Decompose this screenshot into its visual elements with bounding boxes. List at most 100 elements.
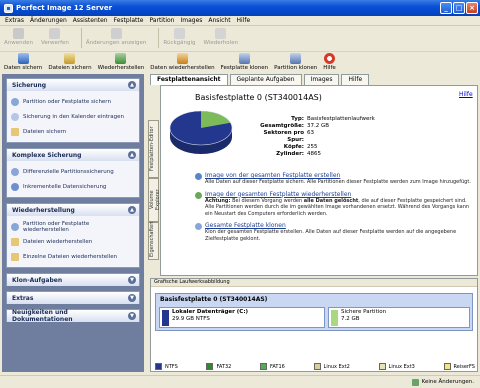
disk-bar[interactable]: Basisfestplatte 0 (ST340014AS) Lokaler D… (155, 293, 473, 331)
help-link[interactable]: Hilfe (459, 91, 473, 98)
status-text: Keine Änderungen. (421, 379, 474, 385)
menu-assistenten[interactable]: Assistenten (70, 17, 111, 24)
section-extras[interactable]: Extras ▼ (6, 291, 140, 304)
disk-title: Basisfestplatte 0 (ST340014AS) (195, 93, 322, 102)
tab-hilfe[interactable]: Hilfe (341, 74, 370, 85)
menu-ansicht[interactable]: Ansicht (205, 17, 233, 24)
discard-icon (49, 28, 61, 39)
collapse-icon[interactable]: ▲ (128, 151, 136, 159)
calendar-icon (11, 112, 19, 121)
disk-view: Basisfestplatte 0 (ST340014AS) Hilfe Typ… (160, 85, 478, 276)
menu-hilfe[interactable]: Hilfe (234, 17, 254, 24)
files-icon (11, 127, 19, 136)
sidetab-properties[interactable]: Eigenschaften (148, 222, 159, 260)
partition-color-bar (162, 310, 169, 326)
section-header[interactable]: Komplexe Sicherung ▲ (7, 149, 139, 161)
title-bar: Perfect Image 12 Server _ □ × (0, 0, 480, 16)
view-changes-icon (110, 28, 122, 39)
tasks-toolbar: Daten sichern Dateien sichern Wiederhers… (0, 52, 480, 72)
panel-title: Grafische Laufwerksabbildung (151, 279, 477, 287)
menu-aenderungen[interactable]: Änderungen (27, 17, 70, 24)
section-header[interactable]: Sicherung ▲ (7, 79, 139, 91)
view-changes-button[interactable]: Änderungen anzeigen (86, 28, 146, 46)
task-backup-files[interactable]: Dateien sichern (11, 124, 135, 139)
restore-button[interactable]: Wiederherstellen (98, 53, 144, 71)
redo-button[interactable]: Wiederholen (204, 28, 238, 46)
section-klon-aufgaben[interactable]: Klon-Aufgaben ▼ (6, 273, 140, 286)
disk-properties: Typ: Basisfestplattenlaufwerk Gesamtgröße… (260, 116, 375, 157)
action-create-image: Image von der gesamten Festplatte erstel… (195, 172, 475, 186)
menu-partition[interactable]: Partition (146, 17, 177, 24)
disk-icon (11, 222, 19, 231)
partition-secure[interactable]: Sichere Partition 7.2 GB (328, 307, 470, 328)
apply-icon (12, 28, 24, 39)
action-clone-disk: Gesamte Festplatte klonen Klon der gesam… (195, 222, 475, 242)
section-komplexe-sicherung: Komplexe Sicherung ▲ Differenzielle Part… (6, 148, 140, 198)
section-header[interactable]: Wiederherstellung ▲ (7, 204, 139, 216)
backup-files-button[interactable]: Dateien sichern (48, 53, 92, 71)
menu-images[interactable]: Images (177, 17, 205, 24)
task-restore-files[interactable]: Dateien wiederherstellen (11, 234, 135, 249)
disk-usage-pie (169, 110, 233, 154)
section-neuigkeiten[interactable]: Neuigkeiten und Dokumentationen ▼ (6, 309, 140, 323)
task-incremental-backup[interactable]: Inkrementelle Datensicherung (11, 179, 135, 194)
task-backup-partition[interactable]: Partition oder Festplatte sichern (11, 94, 135, 109)
legend-reiserfs: ReiserFS (443, 363, 475, 370)
menu-festplatte[interactable]: Festplatte (111, 17, 147, 24)
apply-button[interactable]: Anwenden (4, 28, 33, 46)
partition-color-bar (331, 310, 338, 326)
task-panel: Sicherung ▲ Partition oder Festplatte si… (2, 74, 144, 372)
image-icon (195, 173, 202, 180)
restore-data-button[interactable]: Daten wiederherstellen (150, 53, 215, 71)
collapse-icon[interactable]: ▲ (128, 206, 136, 214)
app-icon (4, 3, 13, 13)
tab-festplattenansicht[interactable]: Festplattenansicht (150, 74, 228, 85)
restore-icon (195, 191, 202, 199)
undo-button[interactable]: Rückgängig (163, 28, 196, 46)
sidetab-volume-explorer[interactable]: Volume Explorer (148, 178, 161, 222)
menu-bar: Extras Änderungen Assistenten Festplatte… (0, 16, 480, 26)
collapse-icon[interactable]: ▲ (128, 81, 136, 89)
files-icon (11, 252, 19, 261)
expand-icon[interactable]: ▼ (128, 276, 136, 284)
disk-icon (11, 167, 19, 176)
backup-files-icon (64, 53, 76, 64)
task-restore-single-files[interactable]: Einzelne Dateien wiederherstellen (11, 249, 135, 264)
undo-icon (173, 28, 185, 39)
action-restore-image: Image der gesamten Festplatte wiederhers… (195, 191, 475, 218)
clone-partition-button[interactable]: Partition klonen (274, 53, 317, 71)
backup-data-icon (17, 53, 29, 64)
expand-icon[interactable]: ▼ (128, 312, 136, 320)
partition-c[interactable]: Lokaler Datenträger (C:) 29.9 GB NTFS (159, 307, 325, 328)
minimize-button[interactable]: _ (440, 2, 452, 14)
clone-disk-link[interactable]: Gesamte Festplatte klonen (205, 222, 475, 229)
legend-fat16: FAT16 (259, 363, 285, 370)
filesystem-legend: NTFS FAT32 FAT16 Linux Ext2 Linux Ext3 R… (155, 363, 475, 370)
disk-icon (11, 97, 19, 106)
restore-image-link[interactable]: Image der gesamten Festplatte wiederhers… (205, 191, 475, 198)
create-image-link[interactable]: Image von der gesamten Festplatte erstel… (205, 172, 471, 179)
task-differential-backup[interactable]: Differenzielle Partitionssicherung (11, 164, 135, 179)
backup-data-button[interactable]: Daten sichern (4, 53, 42, 71)
restore-data-icon (176, 53, 188, 64)
menu-extras[interactable]: Extras (2, 17, 27, 24)
expand-icon[interactable]: ▼ (128, 294, 136, 302)
tab-geplante-aufgaben[interactable]: Geplante Aufgaben (229, 74, 302, 85)
tab-images[interactable]: Images (303, 74, 340, 85)
legend-linux-ext2: Linux Ext2 (313, 363, 350, 370)
disk-actions: Image von der gesamten Festplatte erstel… (195, 172, 475, 247)
task-restore-partition[interactable]: Partition oder Festplatte wiederherstell… (11, 219, 135, 234)
task-schedule-backup[interactable]: Sicherung in den Kalender eintragen (11, 109, 135, 124)
help-button[interactable]: Hilfe (323, 53, 336, 71)
close-button[interactable]: × (466, 2, 478, 14)
legend-fat32: FAT32 (206, 363, 231, 370)
discard-button[interactable]: Verwerfen (41, 28, 69, 46)
sidetab-disk-editor[interactable]: Festplatten-Editor (148, 120, 159, 178)
side-tabs: Festplatten-Editor Volume Explorer Eigen… (148, 120, 161, 260)
restore-icon (115, 53, 127, 64)
clone-disk-button[interactable]: Festplatte klonen (221, 53, 268, 71)
clone-partition-icon (290, 53, 302, 64)
maximize-button[interactable]: □ (453, 2, 465, 14)
legend-linux-ext3: Linux Ext3 (378, 363, 415, 370)
legend-ntfs: NTFS (155, 363, 178, 370)
